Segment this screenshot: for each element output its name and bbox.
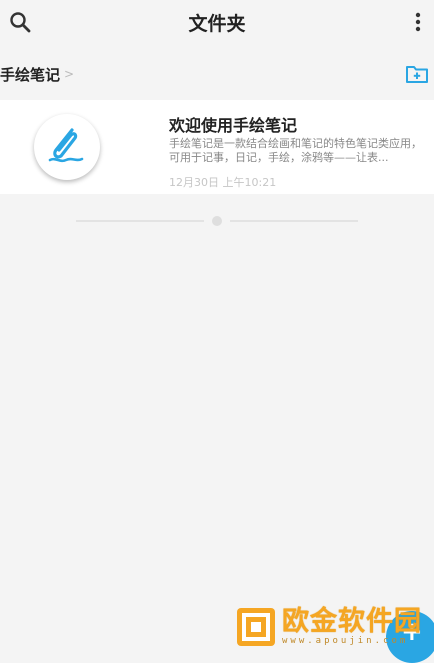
page-indicator-dot (212, 216, 222, 226)
note-title: 欢迎使用手绘笔记 (169, 116, 298, 135)
app-toolbar: 文件夹 (0, 0, 434, 44)
new-folder-icon[interactable] (405, 64, 429, 84)
breadcrumb-separator: > (64, 67, 75, 81)
note-date: 12月30日 上午10:21 (169, 176, 277, 189)
watermark-text-group: 欧金软件园 www.apoujin.com (282, 606, 422, 647)
watermark-text: 欧金软件园 (282, 606, 422, 637)
note-preview: 手绘笔记是一款结合绘画和笔记的特色笔记类应用，可用于记事，日记，手绘，涂鸦等——… (169, 137, 422, 164)
note-thumbnail (34, 114, 100, 180)
more-vertical-icon[interactable] (411, 11, 425, 33)
breadcrumb: 手绘笔记 > (0, 62, 74, 86)
page-indicator-line-left (76, 220, 204, 222)
page-indicator-line-right (230, 220, 358, 222)
watermark-url: www.apoujin.com (282, 636, 409, 646)
watermark: 欧金软件园 www.apoujin.com (236, 606, 422, 648)
watermark-logo-icon (237, 608, 275, 646)
page-title: 文件夹 (188, 13, 246, 35)
paperclip-pen-icon (48, 128, 84, 163)
note-list-item[interactable]: 欢迎使用手绘笔记 手绘笔记是一款结合绘画和笔记的特色笔记类应用，可用于记事，日记… (0, 100, 434, 194)
breadcrumb-folder[interactable]: 手绘笔记 (0, 64, 60, 85)
page-indicator (76, 215, 358, 227)
